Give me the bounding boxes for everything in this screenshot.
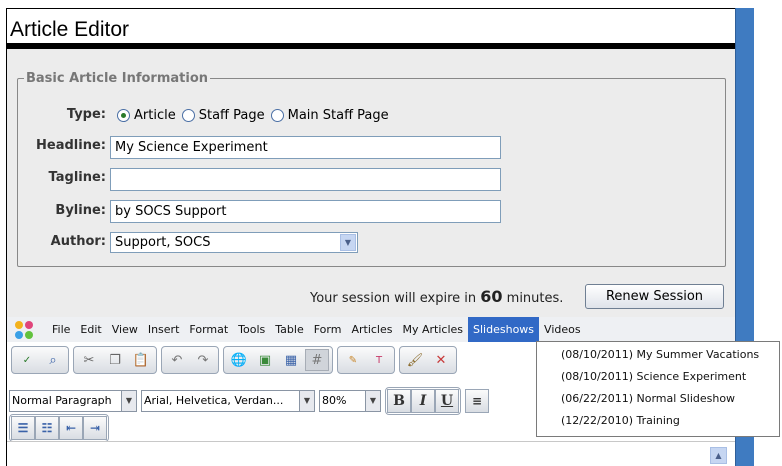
align-left-icon[interactable]: ≡ — [465, 389, 489, 413]
slideshow-item[interactable]: (12/22/2010) Training — [537, 410, 779, 432]
editor-window: Article Editor Basic Article Information… — [0, 0, 782, 466]
slideshow-item[interactable]: (08/10/2011) Science Experiment — [537, 366, 779, 388]
grid-icon[interactable]: # — [305, 349, 329, 371]
page-title: Article Editor — [10, 18, 130, 41]
spelling-tool-icon[interactable]: ✎ — [341, 349, 365, 371]
toolbar-row-3: ☰ ☷ ⇤ ⇥ — [9, 414, 109, 442]
slideshow-item[interactable]: (08/10/2011) My Summer Vacations — [537, 344, 779, 366]
menu-file[interactable]: File — [47, 317, 75, 342]
text-style-group: B I U — [385, 387, 461, 415]
type-option-staff-page: Staff Page — [198, 108, 265, 123]
table-icon[interactable]: ▦ — [279, 349, 303, 371]
copy-icon[interactable]: ❐ — [103, 349, 127, 371]
basic-info-legend: Basic Article Information — [26, 71, 209, 86]
byline-input[interactable]: by SOCS Support — [110, 200, 501, 223]
top-border — [6, 8, 735, 9]
italic-button[interactable]: I — [411, 389, 435, 413]
type-option-main-staff-page: Main Staff Page — [287, 108, 389, 123]
cut-icon[interactable]: ✂ — [77, 349, 101, 371]
toolbar-row-1: ✓ ⌕ ✂ ❐ 📋 ↶ ↷ 🌐 ▣ ▦ # ✎ T 🖌 ✕ — [11, 346, 461, 374]
font-family-select[interactable]: Arial, Helvetica, Verdan... ▼ — [141, 390, 315, 412]
slideshows-dropdown-menu: (08/10/2011) My Summer Vacations (08/10/… — [536, 341, 780, 437]
radio-unchecked-icon — [181, 109, 195, 122]
type-label: Type: — [66, 107, 106, 122]
font-family-value: Arial, Helvetica, Verdan... — [144, 394, 284, 407]
image-icon[interactable]: ▣ — [253, 349, 277, 371]
redo-icon[interactable]: ↷ — [191, 349, 215, 371]
menu-videos[interactable]: Videos — [539, 317, 586, 342]
underline-button[interactable]: U — [435, 389, 459, 413]
toolbar-group-history: ↶ ↷ — [161, 346, 219, 374]
toolbar-row-2: Normal Paragraph ▼ Arial, Helvetica, Ver… — [9, 387, 489, 415]
session-suffix: minutes. — [506, 291, 564, 306]
author-select[interactable]: Support, SOCS ▼ — [110, 232, 358, 253]
tagline-label: Tagline: — [48, 170, 106, 185]
bullet-list-icon[interactable]: ☰ — [11, 416, 35, 440]
editor-menubar: File Edit View Insert Format Tools Table… — [7, 317, 735, 342]
font-size-value: 80% — [322, 394, 347, 407]
text-color-icon[interactable]: T — [367, 349, 391, 371]
radio-unchecked-icon — [270, 109, 284, 122]
type-radio-group: Article Staff Page Main Staff Page — [117, 108, 395, 123]
list-group: ☰ ☷ ⇤ ⇥ — [9, 414, 109, 442]
radio-checked-icon — [117, 109, 130, 122]
indent-icon[interactable]: ⇥ — [83, 416, 107, 440]
chevron-down-icon: ▼ — [121, 391, 136, 411]
renew-session-button[interactable]: Renew Session — [585, 284, 724, 309]
paste-icon[interactable]: 📋 — [129, 349, 153, 371]
outdent-icon[interactable]: ⇤ — [59, 416, 83, 440]
menu-view[interactable]: View — [107, 317, 143, 342]
menu-articles[interactable]: Articles — [346, 317, 397, 342]
headline-label: Headline: — [36, 138, 106, 153]
menu-insert[interactable]: Insert — [143, 317, 185, 342]
toolbar-group-cleanup: 🖌 ✕ — [399, 346, 457, 374]
font-size-select[interactable]: 80% ▼ — [319, 390, 381, 412]
bold-button[interactable]: B — [387, 389, 411, 413]
author-label: Author: — [50, 234, 106, 249]
session-notice: Your session will expire in 60 minutes. — [310, 287, 563, 306]
toolbar-group-tools: ✎ T — [337, 346, 395, 374]
remove-format-icon[interactable]: ✕ — [429, 349, 453, 371]
toolbar-group-spelling: ✓ ⌕ — [11, 346, 69, 374]
author-select-value: Support, SOCS — [115, 235, 211, 250]
find-icon[interactable]: ⌕ — [41, 349, 65, 371]
headline-input[interactable]: My Science Experiment — [110, 136, 501, 159]
menu-tools[interactable]: Tools — [233, 317, 270, 342]
type-option-article: Article — [134, 108, 176, 123]
menu-edit[interactable]: Edit — [75, 317, 106, 342]
menu-slideshows[interactable]: Slideshows — [468, 317, 540, 342]
type-radio-article[interactable]: Article — [117, 108, 176, 123]
session-minutes: 60 — [480, 287, 503, 306]
menu-my-articles[interactable]: My Articles — [397, 317, 468, 342]
toolbar-group-insert: 🌐 ▣ ▦ # — [223, 346, 333, 374]
clean-format-icon[interactable]: 🖌 — [403, 349, 427, 371]
scroll-up-icon[interactable]: ▲ — [710, 447, 727, 464]
type-radio-main-staff-page[interactable]: Main Staff Page — [270, 108, 389, 123]
menu-form[interactable]: Form — [309, 317, 347, 342]
chevron-down-icon[interactable]: ▼ — [340, 234, 356, 251]
byline-label: Byline: — [55, 203, 106, 218]
editor-content-area[interactable] — [7, 441, 735, 466]
hyperlink-icon[interactable]: 🌐 — [227, 349, 251, 371]
menu-table[interactable]: Table — [270, 317, 308, 342]
paragraph-style-select[interactable]: Normal Paragraph ▼ — [9, 390, 137, 412]
editor-logo-icon — [15, 319, 39, 341]
chevron-down-icon: ▼ — [365, 391, 380, 411]
toolbar-group-clipboard: ✂ ❐ 📋 — [73, 346, 157, 374]
spellcheck-icon[interactable]: ✓ — [15, 349, 39, 371]
numbered-list-icon[interactable]: ☷ — [35, 416, 59, 440]
chevron-down-icon: ▼ — [299, 391, 314, 411]
menu-format[interactable]: Format — [184, 317, 233, 342]
slideshow-item[interactable]: (06/22/2011) Normal Slideshow — [537, 388, 779, 410]
type-radio-staff-page[interactable]: Staff Page — [181, 108, 265, 123]
tagline-input[interactable] — [110, 168, 501, 191]
paragraph-style-value: Normal Paragraph — [12, 394, 112, 407]
undo-icon[interactable]: ↶ — [165, 349, 189, 371]
session-prefix: Your session will expire in — [310, 291, 477, 306]
